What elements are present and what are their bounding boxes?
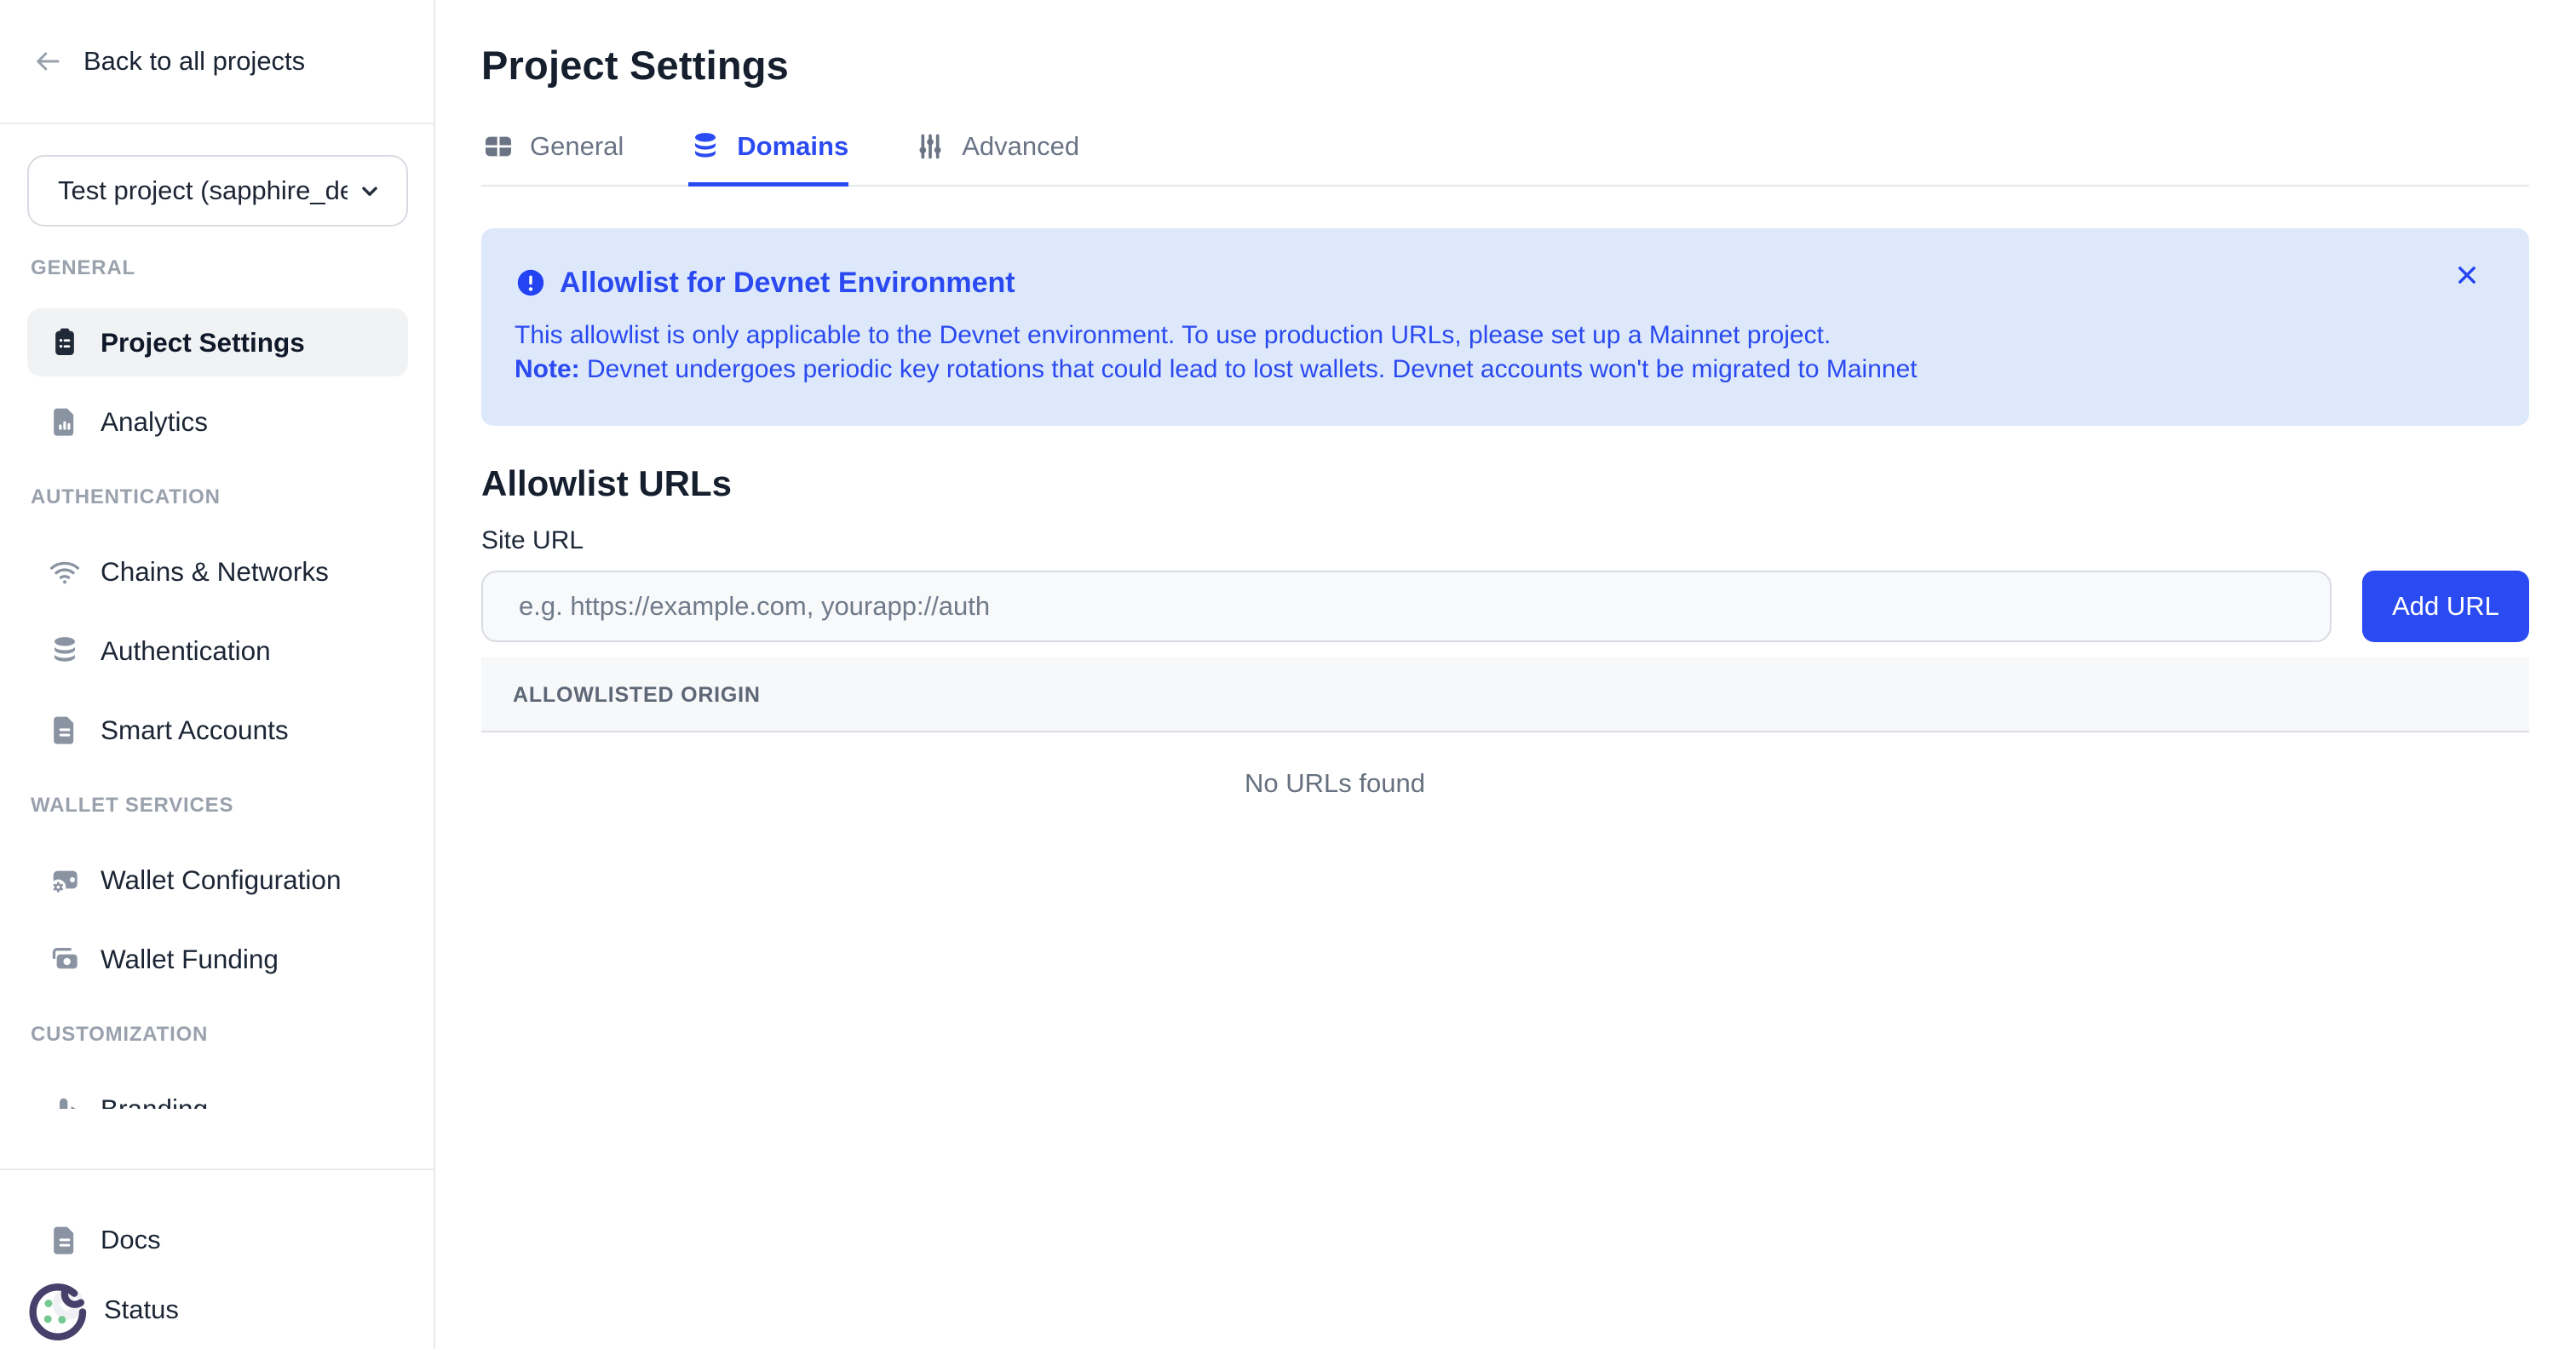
wallet-card-icon xyxy=(48,942,82,976)
close-icon[interactable] xyxy=(2452,261,2481,290)
sidebar-item-wallet-funding[interactable]: Wallet Funding xyxy=(27,925,408,993)
sidebar-item-branding[interactable]: Branding xyxy=(27,1075,408,1109)
sidebar-item-label: Smart Accounts xyxy=(101,715,289,746)
sidebar-item-chains-networks[interactable]: Chains & Networks xyxy=(27,537,408,606)
tab-label: General xyxy=(530,131,624,162)
table-header-allowlisted-origin: ALLOWLISTED ORIGIN xyxy=(481,657,2529,732)
document-icon xyxy=(48,713,82,747)
sidebar-item-label: Project Settings xyxy=(101,327,305,359)
back-to-projects-button[interactable]: Back to all projects xyxy=(0,0,434,124)
page-title: Project Settings xyxy=(481,41,2529,90)
project-selector-value: Test project (sapphire_de xyxy=(58,175,348,206)
tab-domains[interactable]: Domains xyxy=(688,129,848,187)
sidebar-footer: Docs Status xyxy=(0,1168,434,1349)
empty-state-text: No URLs found xyxy=(481,732,2529,799)
clipboard-icon xyxy=(48,325,82,359)
sidebar-item-label: Wallet Configuration xyxy=(101,864,341,896)
sidebar-item-label: Analytics xyxy=(101,406,208,438)
sidebar-nav: GENERAL Project Settings xyxy=(0,227,434,1109)
banner-line1: This allowlist is only applicable to the… xyxy=(515,319,2427,353)
add-url-button[interactable]: Add URL xyxy=(2362,571,2529,642)
status-link[interactable]: Status xyxy=(27,1276,408,1344)
chevron-down-icon xyxy=(355,176,384,205)
tab-bar: General Domains xyxy=(481,129,2529,187)
docs-link[interactable]: Docs xyxy=(27,1206,408,1274)
sidebar-item-label: Branding xyxy=(101,1094,208,1110)
devnet-allowlist-banner: Allowlist for Devnet Environment This al… xyxy=(481,228,2529,426)
document-icon xyxy=(48,1223,82,1257)
section-label-customization: CUSTOMIZATION xyxy=(31,1022,408,1048)
tab-label: Domains xyxy=(737,131,848,162)
sidebar-item-label: Wallet Funding xyxy=(101,944,279,975)
arrow-left-icon xyxy=(32,46,66,77)
banner-note-line: Note: Devnet undergoes periodic key rota… xyxy=(515,353,2427,387)
allowlist-table: ALLOWLISTED ORIGIN No URLs found xyxy=(481,657,2529,799)
cookie-status-logo-icon xyxy=(27,1276,95,1344)
sidebar-item-wallet-configuration[interactable]: Wallet Configuration xyxy=(27,846,408,914)
docs-label: Docs xyxy=(101,1225,161,1255)
branding-icon xyxy=(48,1092,82,1109)
project-selector[interactable]: Test project (sapphire_de xyxy=(27,155,408,227)
grid-icon xyxy=(481,129,515,164)
banner-note-label: Note: xyxy=(515,355,580,383)
sidebar-item-label: Authentication xyxy=(101,635,271,667)
info-circle-icon xyxy=(515,267,547,299)
site-url-input[interactable] xyxy=(481,571,2332,642)
allowlist-urls-heading: Allowlist URLs xyxy=(481,463,2529,504)
database-icon xyxy=(48,634,82,668)
sidebar-item-project-settings[interactable]: Project Settings xyxy=(27,308,408,376)
back-label: Back to all projects xyxy=(83,46,305,77)
sidebar: Back to all projects Test project (sapph… xyxy=(0,0,435,1349)
tab-advanced[interactable]: Advanced xyxy=(913,129,1079,187)
wallet-gear-icon xyxy=(48,863,82,897)
banner-title: Allowlist for Devnet Environment xyxy=(560,267,1015,300)
wifi-icon xyxy=(48,554,82,588)
analytics-icon xyxy=(48,405,82,439)
sidebar-item-analytics[interactable]: Analytics xyxy=(27,387,408,456)
banner-note-text: Devnet undergoes periodic key rotations … xyxy=(580,355,1918,383)
main-content: Project Settings General xyxy=(435,0,2576,1349)
tab-general[interactable]: General xyxy=(481,129,624,187)
sliders-icon xyxy=(913,129,947,164)
section-label-authentication: AUTHENTICATION xyxy=(31,485,408,510)
sidebar-item-label: Chains & Networks xyxy=(101,556,329,588)
url-form-row: Add URL xyxy=(481,571,2529,642)
section-label-wallet-services: WALLET SERVICES xyxy=(31,793,408,818)
app-window: Back to all projects Test project (sapph… xyxy=(0,0,2576,1349)
sidebar-item-smart-accounts[interactable]: Smart Accounts xyxy=(27,696,408,764)
sidebar-item-authentication[interactable]: Authentication xyxy=(27,617,408,685)
status-label: Status xyxy=(104,1294,179,1325)
tab-label: Advanced xyxy=(962,131,1079,162)
site-url-label: Site URL xyxy=(481,526,2529,555)
database-icon xyxy=(688,129,722,164)
section-label-general: GENERAL xyxy=(31,255,408,281)
